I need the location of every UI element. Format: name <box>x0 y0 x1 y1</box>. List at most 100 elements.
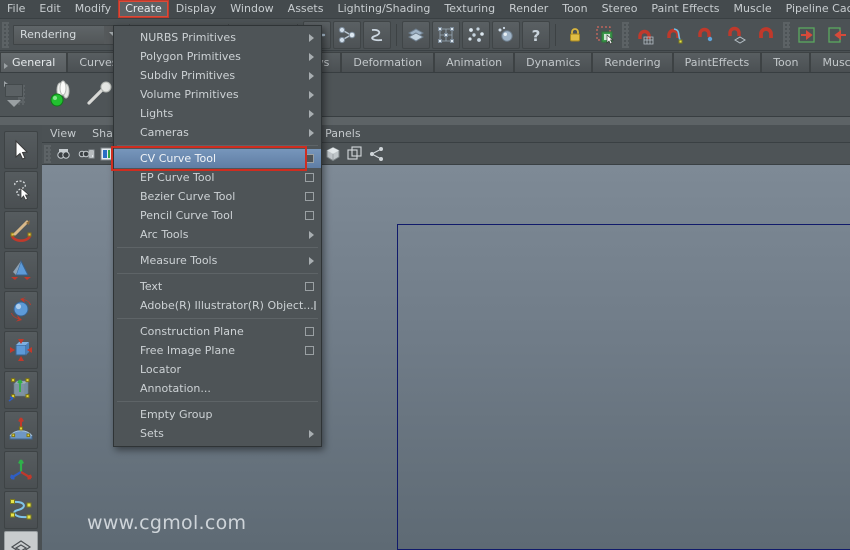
menu-item-toon[interactable]: Toon <box>555 0 594 18</box>
create-menu-item-cv-curve-tool[interactable]: CV Curve Tool <box>114 149 321 168</box>
select-by-component-type-icon[interactable] <box>363 20 391 49</box>
option-box-icon[interactable] <box>305 154 314 163</box>
create-menu-item-cameras[interactable]: Cameras <box>114 123 321 142</box>
create-menu-item-annotation[interactable]: Annotation... <box>114 379 321 398</box>
option-box-icon[interactable] <box>305 346 314 355</box>
snap-view-plane-icon[interactable] <box>752 21 780 49</box>
menu-item-render[interactable]: Render <box>502 0 555 18</box>
menu-item-assets[interactable]: Assets <box>281 0 331 18</box>
mask-particles-icon[interactable] <box>462 20 490 49</box>
lock-icon[interactable] <box>561 21 589 49</box>
menu-item-texturing[interactable]: Texturing <box>437 0 502 18</box>
menu-item-edit[interactable]: Edit <box>32 0 67 18</box>
toolbar-grip[interactable] <box>622 21 629 48</box>
show-manipulator-tool[interactable] <box>4 451 38 489</box>
scale-tool[interactable] <box>4 331 38 369</box>
mask-points-icon[interactable] <box>432 20 460 49</box>
shelf-tab-rendering[interactable]: Rendering <box>592 52 673 72</box>
hammer-icon[interactable] <box>81 77 117 113</box>
create-menu-item-ep-curve-tool[interactable]: EP Curve Tool <box>114 168 321 187</box>
option-box-icon[interactable] <box>313 301 316 310</box>
create-menu-item-polygon-primitives[interactable]: Polygon Primitives <box>114 47 321 66</box>
menu-separator <box>117 401 318 402</box>
menu-item-paint-effects[interactable]: Paint Effects <box>644 0 726 18</box>
option-box-icon[interactable] <box>305 173 314 182</box>
menu-item-pipeline-cache[interactable]: Pipeline Cache <box>779 0 850 18</box>
shelf-tab-dynamics[interactable]: Dynamics <box>514 52 593 72</box>
mask-hilite-icon[interactable] <box>402 20 430 49</box>
toolbar-grip[interactable] <box>783 21 790 48</box>
menu-set-selector[interactable]: Rendering <box>13 24 125 45</box>
create-menu-item-arc-tools[interactable]: Arc Tools <box>114 225 321 244</box>
option-box-icon[interactable] <box>305 192 314 201</box>
menu-item-create[interactable]: Create <box>118 0 169 18</box>
option-box-icon[interactable] <box>305 282 314 291</box>
create-menu-item-pencil-curve-tool[interactable]: Pencil Curve Tool <box>114 206 321 225</box>
universal-manipulator-tool[interactable] <box>4 371 38 409</box>
menu-item-window[interactable]: Window <box>223 0 280 18</box>
menu-item-display[interactable]: Display <box>169 0 224 18</box>
chevron-down-icon[interactable] <box>7 99 21 107</box>
camera-attributes-icon[interactable] <box>54 144 74 164</box>
render-current-frame-icon[interactable] <box>793 21 821 49</box>
panel-menu-panels[interactable]: Panels <box>317 127 368 140</box>
create-menu-item-measure-tools[interactable]: Measure Tools <box>114 251 321 270</box>
shelf-tab-toon[interactable]: Toon <box>761 52 811 72</box>
create-menu-item-construction-plane[interactable]: Construction Plane <box>114 322 321 341</box>
ipr-render-icon[interactable] <box>823 21 850 49</box>
soft-modification-tool[interactable] <box>4 411 38 449</box>
menu-item-stereo[interactable]: Stereo <box>595 0 645 18</box>
create-menu-item-locator[interactable]: Locator <box>114 360 321 379</box>
shelf-editor-button[interactable] <box>4 78 24 112</box>
menu-item-file[interactable]: File <box>0 0 32 18</box>
menu-separator <box>117 145 318 146</box>
quick-layout-single-perspective[interactable] <box>4 531 38 550</box>
create-menu-item-lights[interactable]: Lights <box>114 104 321 123</box>
create-menu-item-free-image-plane[interactable]: Free Image Plane <box>114 341 321 360</box>
lasso-tool[interactable] <box>4 171 38 209</box>
create-menu-dropdown[interactable]: NURBS Primitives Polygon Primitives Subdiv… <box>111 25 322 447</box>
create-menu-item-subdiv-primitives[interactable]: Subdiv Primitives <box>114 66 321 85</box>
hud-icon[interactable] <box>367 144 387 164</box>
menu-item-modify[interactable]: Modify <box>68 0 118 18</box>
last-tool-used[interactable] <box>4 491 38 529</box>
option-box-icon[interactable] <box>305 327 314 336</box>
shelf-tab-animation[interactable]: Animation <box>434 52 515 72</box>
help-question-icon[interactable]: ? <box>522 20 550 49</box>
create-menu-item-nurbs-primitives[interactable]: NURBS Primitives <box>114 28 321 47</box>
select-by-object-type-icon[interactable] <box>333 20 361 49</box>
create-menu-item-volume-primitives[interactable]: Volume Primitives <box>114 85 321 104</box>
menu-item-muscle[interactable]: Muscle <box>727 0 779 18</box>
shelf-tab-muscle[interactable]: Muscle <box>810 52 850 72</box>
move-tool[interactable] <box>4 251 38 289</box>
create-menu-item-text[interactable]: Text <box>114 277 321 296</box>
menu-item-lighting-shading[interactable]: Lighting/Shading <box>330 0 437 18</box>
selection-marquee-icon[interactable] <box>591 21 619 49</box>
toolbar-grip[interactable] <box>2 21 9 48</box>
submenu-arrow-icon <box>309 256 314 265</box>
shelf-options-bar[interactable] <box>5 83 23 97</box>
select-tool[interactable] <box>4 131 38 169</box>
snap-curve-icon[interactable] <box>662 21 690 49</box>
create-menu-item-sets[interactable]: Sets <box>114 424 321 443</box>
chevron-right-icon[interactable] <box>4 63 8 69</box>
snap-point-icon[interactable] <box>692 21 720 49</box>
panel-toolbar-grip[interactable] <box>44 144 51 163</box>
panel-menu-view[interactable]: View <box>42 127 84 140</box>
shelf-tab-painteffects[interactable]: PaintEffects <box>672 52 762 72</box>
paint-select-tool[interactable] <box>4 211 38 249</box>
create-menu-item-adobe-r-illustrator-r-object[interactable]: Adobe(R) Illustrator(R) Object... <box>114 296 321 315</box>
grid-display-icon[interactable] <box>323 144 343 164</box>
shelf-tab-deformation[interactable]: Deformation <box>341 52 435 72</box>
bowling-pins-icon[interactable] <box>43 77 79 113</box>
create-menu-item-bezier-curve-tool[interactable]: Bezier Curve Tool <box>114 187 321 206</box>
rotate-tool[interactable] <box>4 291 38 329</box>
snap-grid-icon[interactable] <box>632 21 660 49</box>
option-box-icon[interactable] <box>305 211 314 220</box>
create-menu-item-empty-group[interactable]: Empty Group <box>114 405 321 424</box>
camera-bookmarks-icon[interactable] <box>76 144 96 164</box>
snap-projected-icon[interactable] <box>722 21 750 49</box>
submenu-arrow-icon <box>309 109 314 118</box>
mask-misc-icon[interactable] <box>492 20 520 49</box>
film-gate-icon[interactable] <box>345 144 365 164</box>
